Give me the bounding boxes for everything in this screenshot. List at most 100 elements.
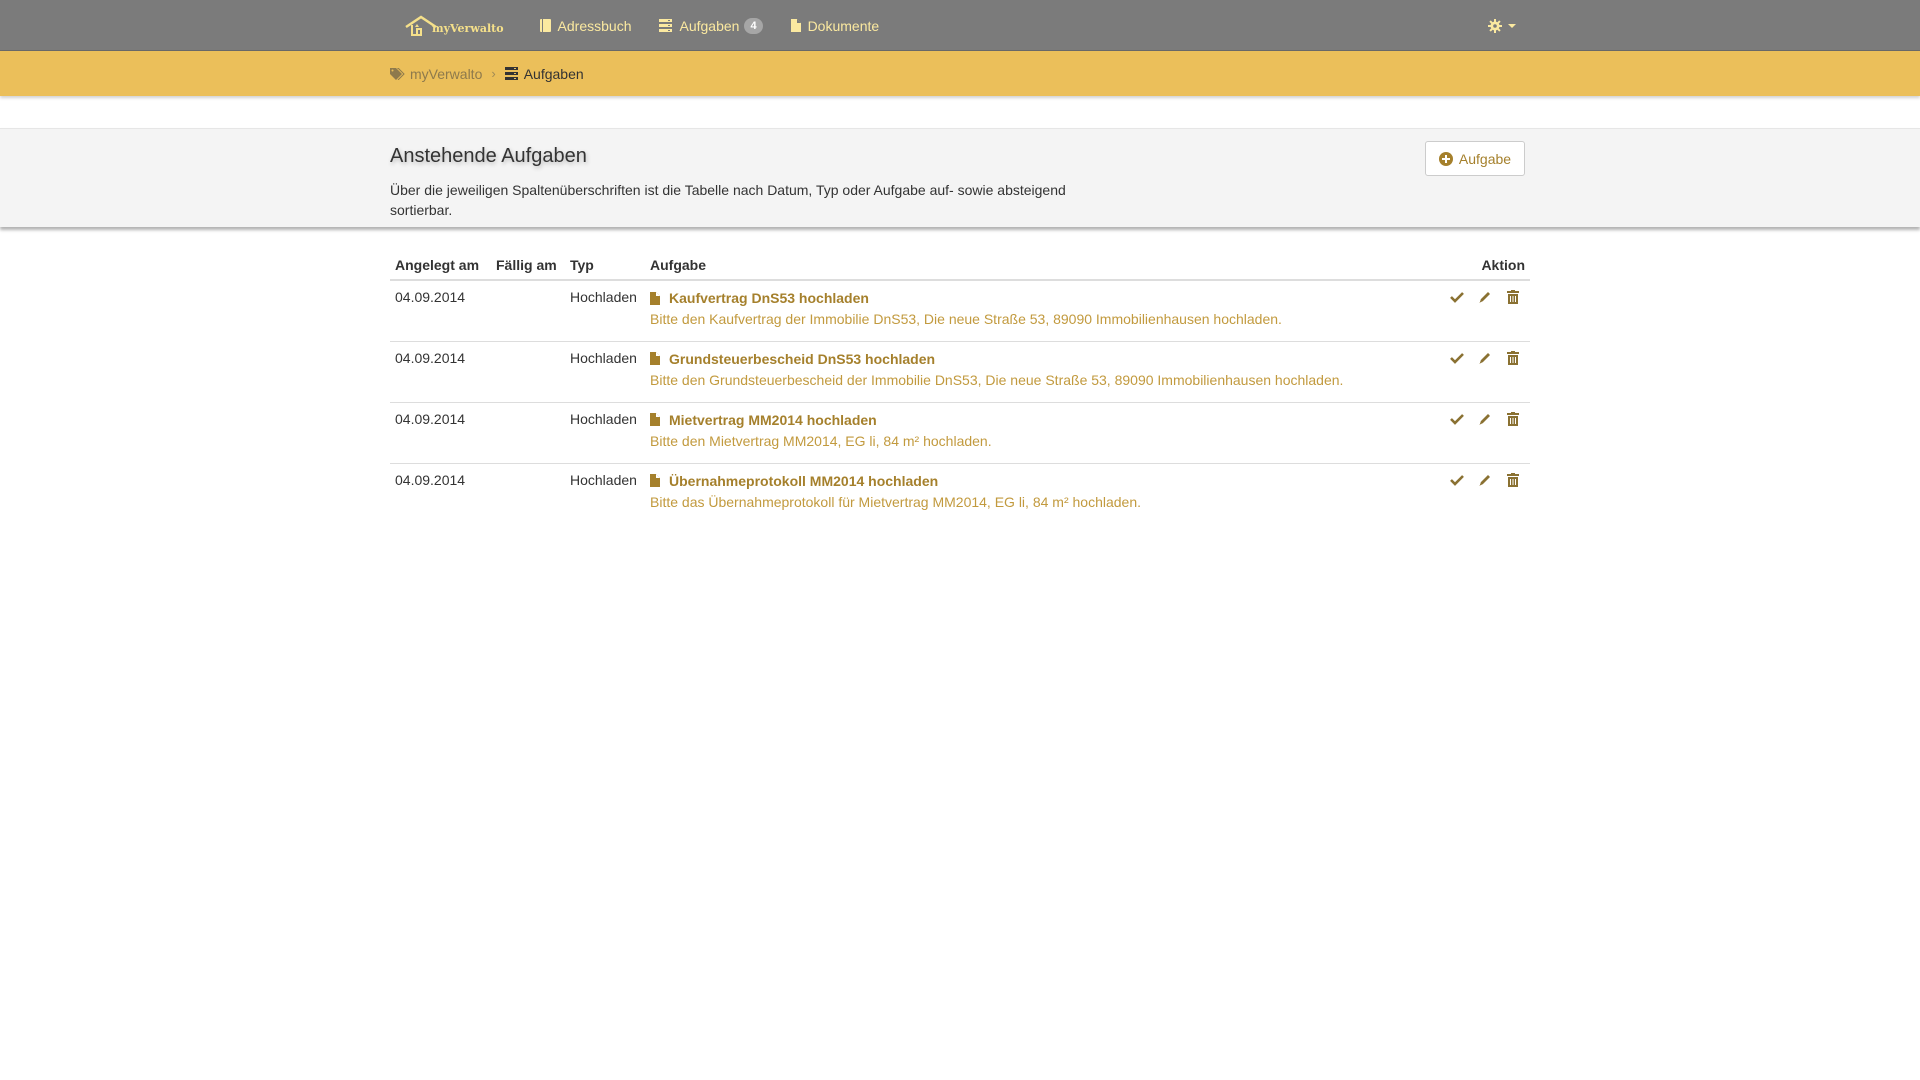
table-row: 04.09.2014 Hochladen Kaufvertrag DnS53 h…: [390, 280, 1530, 341]
cell-type: Hochladen: [565, 401, 645, 463]
settings-dropdown[interactable]: [1488, 18, 1516, 33]
file-icon: [650, 352, 660, 365]
tasks-table: Angelegt am Fällig am Typ Aufgabe Aktion…: [390, 250, 1530, 524]
plus-circle-icon: [1438, 151, 1453, 166]
row-actions: [1445, 289, 1525, 305]
column-created[interactable]: Angelegt am: [390, 250, 491, 281]
nav-aufgaben-label: Aufgaben: [679, 17, 740, 34]
cell-due: [491, 401, 565, 463]
cell-actions: [1440, 280, 1530, 341]
task-title: Grundsteuerbescheid DnS53 hochladen: [669, 350, 936, 367]
cell-actions: [1440, 462, 1530, 524]
check-icon: [1450, 474, 1464, 486]
cell-type: Hochladen: [570, 289, 637, 305]
file-icon: [650, 474, 660, 487]
breadcrumb-current-label: Aufgaben: [523, 65, 584, 82]
navbar-container: myVerwalto Adressbuch Aufgaben 4 Dokumen…: [390, 0, 1530, 51]
task-title: Übernahmeprotokoll MM2014 hochladen: [669, 472, 939, 489]
delete-button[interactable]: [1505, 411, 1521, 427]
cell-task: Mietvertrag MM2014 hochladen Bitte den M…: [645, 401, 1440, 463]
column-due[interactable]: Fällig am: [491, 250, 565, 281]
gear-icon: [1488, 18, 1502, 33]
top-navbar: myVerwalto Adressbuch Aufgaben 4 Dokumen…: [0, 0, 1920, 51]
cell-actions: [1440, 401, 1530, 463]
cell-actions: [1440, 340, 1530, 402]
page-title: Anstehende Aufgaben: [390, 145, 587, 167]
complete-button[interactable]: [1449, 472, 1465, 488]
cell-created: 04.09.2014: [395, 289, 466, 305]
brand-logo[interactable]: myVerwalto: [404, 0, 504, 51]
task-title-link[interactable]: Mietvertrag MM2014 hochladen: [650, 411, 1435, 429]
check-icon: [1450, 352, 1464, 364]
edit-button[interactable]: [1477, 350, 1493, 366]
check-icon: [1450, 413, 1464, 425]
column-type[interactable]: Typ: [565, 250, 645, 281]
nav-aufgaben[interactable]: Aufgaben 4: [645, 0, 776, 51]
table-header-row: Angelegt am Fällig am Typ Aufgabe Aktion: [390, 250, 1530, 281]
column-task[interactable]: Aufgabe: [645, 250, 1440, 281]
breadcrumb-home-label: myVerwalto: [410, 65, 483, 82]
edit-button[interactable]: [1477, 411, 1493, 427]
breadcrumb: myVerwalto › Aufgaben: [390, 51, 584, 96]
file-icon: [650, 413, 660, 426]
cell-type: Hochladen: [565, 462, 645, 524]
cell-task: Übernahmeprotokoll MM2014 hochladen Bitt…: [645, 462, 1440, 524]
add-task-label: Aufgabe: [1458, 150, 1512, 167]
delete-button[interactable]: [1505, 472, 1521, 488]
file-icon: [790, 19, 801, 32]
tasks-icon: [659, 19, 673, 32]
file-icon: [650, 291, 660, 305]
edit-button[interactable]: [1477, 289, 1493, 305]
tags-icon: [390, 67, 405, 80]
chevron-down-icon: [1508, 23, 1516, 28]
pencil-icon: [1479, 292, 1490, 303]
breadcrumb-home[interactable]: myVerwalto: [390, 66, 482, 82]
trash-icon: [1507, 472, 1519, 487]
cell-due: [491, 462, 565, 524]
task-count-badge: 4: [744, 17, 763, 34]
cell-created: 04.09.2014: [390, 462, 491, 524]
cell-task: Grundsteuerbescheid DnS53 hochladen Bitt…: [645, 340, 1440, 402]
row-actions: [1445, 411, 1525, 427]
task-title-link[interactable]: Kaufvertrag DnS53 hochladen: [650, 289, 1435, 307]
task-title-link[interactable]: Übernahmeprotokoll MM2014 hochladen: [650, 472, 1435, 490]
task-description: Bitte den Kaufvertrag der Immobilie DnS5…: [650, 311, 1282, 327]
task-title: Mietvertrag MM2014 hochladen: [669, 411, 877, 428]
pencil-icon: [1479, 474, 1490, 486]
pencil-icon: [1479, 352, 1490, 364]
trash-icon: [1507, 350, 1519, 365]
row-actions: [1445, 350, 1525, 366]
task-description: Bitte den Grundsteuerbescheid der Immobi…: [650, 371, 1344, 388]
delete-button[interactable]: [1505, 289, 1521, 305]
task-description: Bitte das Übernahmeprotokoll für Mietver…: [650, 493, 1142, 510]
cell-due: [491, 280, 565, 341]
row-actions: [1445, 472, 1525, 488]
column-action: Aktion: [1440, 250, 1530, 281]
nav-dokumente-label: Dokumente: [807, 17, 880, 34]
nav-adressbuch[interactable]: Adressbuch: [526, 0, 646, 51]
task-title: Kaufvertrag DnS53 hochladen: [669, 290, 869, 306]
brand-name: myVerwalto: [432, 22, 504, 35]
check-icon: [1450, 292, 1464, 303]
task-description: Bitte den Mietvertrag MM2014, EG li, 84 …: [650, 432, 992, 449]
task-title-link[interactable]: Grundsteuerbescheid DnS53 hochladen: [650, 350, 1435, 368]
cell-created: 04.09.2014: [390, 401, 491, 463]
edit-button[interactable]: [1477, 472, 1493, 488]
cell-due: [491, 340, 565, 402]
breadcrumb-separator: ›: [491, 66, 496, 81]
cell-created: 04.09.2014: [390, 340, 491, 402]
nav-dokumente[interactable]: Dokumente: [777, 0, 894, 51]
breadcrumb-current: Aufgaben: [504, 65, 584, 82]
tasks-icon: [504, 67, 518, 80]
complete-button[interactable]: [1449, 350, 1465, 366]
pencil-icon: [1479, 413, 1490, 425]
trash-icon: [1507, 411, 1519, 426]
add-task-button[interactable]: Aufgabe: [1425, 141, 1525, 176]
nav-adressbuch-label: Adressbuch: [557, 17, 632, 34]
book-icon: [539, 19, 551, 32]
page-header: Anstehende Aufgaben Über die jeweiligen …: [0, 128, 1920, 227]
delete-button[interactable]: [1505, 350, 1521, 366]
page-description: Über die jeweiligen Spaltenüberschriften…: [390, 182, 1066, 218]
complete-button[interactable]: [1449, 289, 1465, 305]
complete-button[interactable]: [1449, 411, 1465, 427]
